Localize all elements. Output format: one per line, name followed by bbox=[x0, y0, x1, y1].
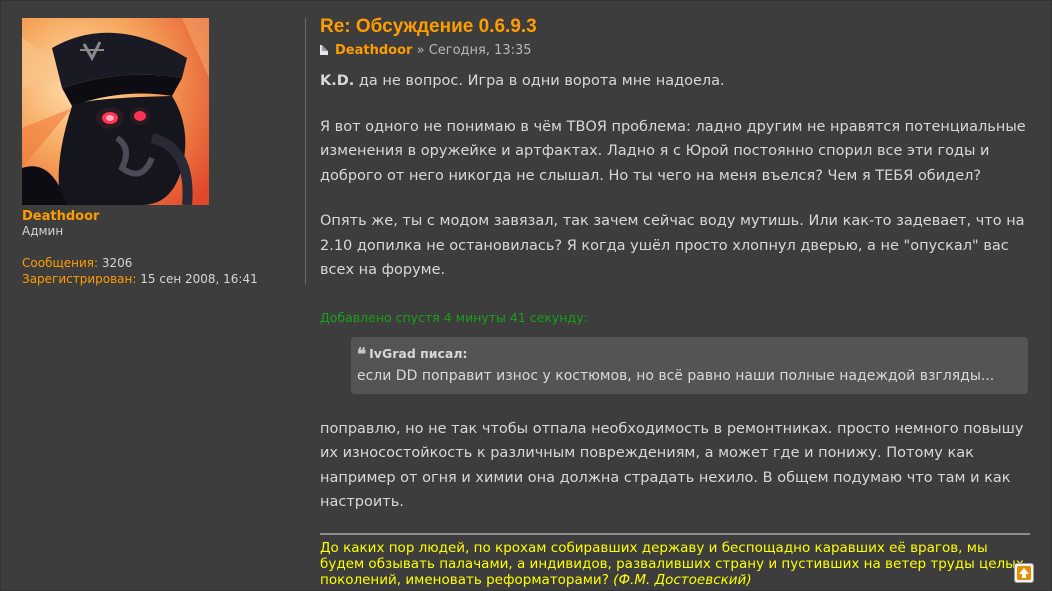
post-paragraph: K.D. да не вопрос. Игра в одни ворота мн… bbox=[320, 69, 1032, 94]
profile-posts-value: 3206 bbox=[101, 256, 133, 270]
profile-registered-value: 15 сен 2008, 16:41 bbox=[140, 272, 258, 286]
profile-registered-row: Зарегистрирован: 15 сен 2008, 16:41 bbox=[22, 271, 302, 287]
avatar[interactable] bbox=[22, 18, 209, 205]
post-icon[interactable] bbox=[320, 45, 328, 55]
back-to-top-button[interactable] bbox=[1014, 563, 1034, 583]
profile-posts-label: Сообщения: bbox=[22, 256, 99, 270]
signature-divider bbox=[320, 532, 1030, 535]
post-paragraph: Я вот одного не понимаю в чём ТВОЯ пробл… bbox=[320, 118, 1026, 184]
arrow-up-icon bbox=[1019, 568, 1029, 578]
quote-block: ❝ IvGrad писал: если DD поправит износ у … bbox=[351, 336, 1028, 394]
profile-posts-row: Сообщения: 3206 bbox=[22, 255, 302, 271]
post-paragraph: Опять же, ты с модом завязал, так зачем … bbox=[320, 213, 1025, 278]
quote-icon: ❝ bbox=[357, 344, 367, 365]
post-author-link[interactable]: Deathdoor bbox=[335, 43, 412, 58]
post-time: Сегодня, 13:35 bbox=[428, 43, 532, 58]
post-title[interactable]: Re: Обсуждение 0.6.9.3 bbox=[320, 15, 1032, 39]
profile-username-link[interactable]: Deathdoor bbox=[22, 209, 302, 224]
forum-post: Deathdoor Админ Сообщения: 3206 Зарегист… bbox=[0, 0, 1052, 591]
profile-registered-label: Зарегистрирован: bbox=[22, 272, 137, 286]
quote-author: IvGrad писал: bbox=[369, 345, 468, 361]
signature: До каких пор людей, по крохам собиравших… bbox=[320, 540, 1032, 588]
signature-attribution: (Ф.М. Достоевский) bbox=[613, 571, 752, 588]
quote-header: ❝ IvGrad писал: bbox=[357, 344, 1028, 365]
post-paragraph: поправлю, но не так чтобы отпала необход… bbox=[320, 420, 1024, 511]
post-profile: Deathdoor Админ Сообщения: 3206 Зарегист… bbox=[22, 18, 302, 287]
profile-rank: Админ bbox=[22, 224, 64, 238]
post-author-line: Deathdoor » Сегодня, 13:35 bbox=[320, 42, 1032, 60]
profile-divider bbox=[305, 18, 306, 284]
quoted-username: K.D. bbox=[320, 73, 355, 89]
post-separator: » bbox=[416, 43, 425, 58]
post-paragraph-text: да не вопрос. Игра в одни ворота мне над… bbox=[358, 73, 725, 89]
post-body: Re: Обсуждение 0.6.9.3 Deathdoor » Сегод… bbox=[320, 15, 1032, 588]
added-later-note: Добавлено спустя 4 минуты 41 секунду: bbox=[320, 309, 588, 325]
post-content: K.D. да не вопрос. Игра в одни ворота мн… bbox=[320, 69, 1032, 283]
quote-text: если DD поправит износ у костюмов, но вс… bbox=[357, 367, 995, 384]
